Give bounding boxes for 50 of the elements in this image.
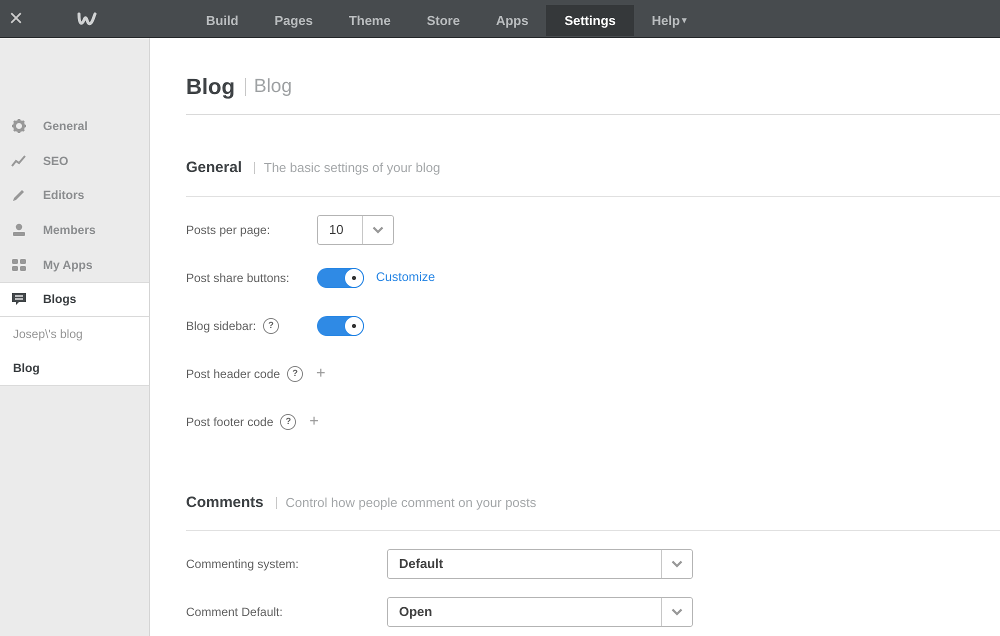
- nav-tab[interactable]: Apps: [478, 5, 546, 36]
- nav-tab[interactable]: Settings: [546, 5, 634, 36]
- sidebar-item[interactable]: General: [0, 109, 149, 144]
- dropdown-field[interactable]: Open: [387, 597, 693, 627]
- page-subtitle: Blog: [244, 78, 292, 96]
- sidebar-subitem[interactable]: Josep\'s blog: [0, 316, 149, 351]
- customize-link[interactable]: Customize: [376, 268, 436, 287]
- chevron-down-icon: [671, 560, 683, 568]
- sidebar-item[interactable]: Blogs: [0, 282, 149, 317]
- nav-tab[interactable]: Build: [188, 5, 256, 36]
- trend-line-icon: [11, 152, 27, 169]
- setting-label: Posts per page:: [186, 222, 270, 238]
- help-icon[interactable]: ?: [287, 366, 304, 382]
- section-description: The basic settings of your blog: [254, 162, 440, 174]
- add-button[interactable]: +: [309, 410, 319, 434]
- sidebar-item[interactable]: Members: [0, 212, 149, 248]
- setting-label: Commenting system:: [186, 556, 299, 573]
- nav-tab[interactable]: Help$^{▾}$: [634, 5, 705, 36]
- sidebar-subitem[interactable]: Blog: [0, 350, 149, 385]
- page-title: Blog: [186, 73, 235, 101]
- dropdown-field[interactable]: 10: [317, 214, 394, 244]
- pencil-icon: [11, 187, 27, 204]
- person-icon: [11, 222, 27, 238]
- setting-label: Post footer code: [186, 414, 274, 430]
- chat-bubble-icon: [11, 291, 27, 308]
- section-title: Comments: [186, 492, 264, 512]
- nav-tab[interactable]: Store: [408, 5, 478, 36]
- setting-label: Post header code: [186, 366, 280, 382]
- add-button[interactable]: +: [316, 362, 326, 386]
- chevron-down-icon: [671, 608, 683, 616]
- setting-label: Blog sidebar:: [186, 318, 256, 334]
- sidebar-item[interactable]: Editors: [0, 178, 149, 213]
- help-icon[interactable]: ?: [280, 414, 296, 430]
- help-icon[interactable]: ?: [263, 318, 280, 334]
- chevron-down-icon: [372, 226, 384, 234]
- close-button[interactable]: ×: [4, 6, 28, 30]
- nav-tab[interactable]: Theme: [330, 5, 409, 36]
- gear-icon: [11, 118, 27, 134]
- toggle-switch[interactable]: [317, 268, 364, 288]
- grid-icon: [11, 256, 27, 273]
- toggle-switch[interactable]: [317, 316, 364, 336]
- logo-icon[interactable]: [76, 10, 98, 26]
- sidebar-item[interactable]: My Apps: [0, 247, 149, 282]
- dropdown-field[interactable]: Default: [387, 549, 693, 579]
- nav-tab[interactable]: Pages: [256, 5, 331, 36]
- setting-label: Comment Default:: [186, 604, 283, 621]
- section-title: General: [186, 158, 242, 178]
- sidebar-item[interactable]: SEO: [0, 144, 149, 178]
- setting-label: Post share buttons:: [186, 270, 290, 286]
- section-description: Control how people comment on your posts: [276, 496, 536, 509]
